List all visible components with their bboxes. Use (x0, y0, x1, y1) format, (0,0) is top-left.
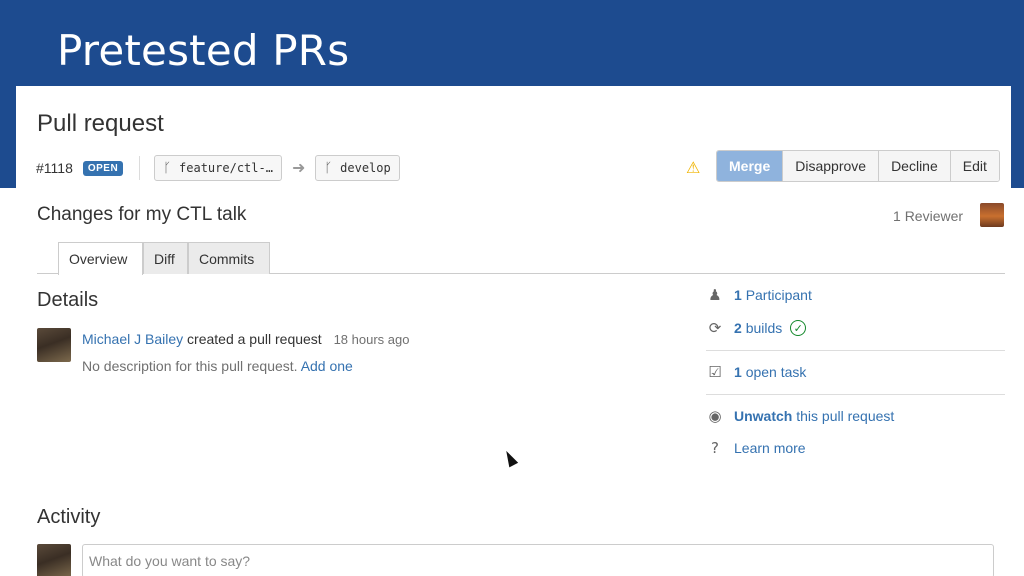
tab-bar: Overview Diff Commits (37, 241, 1005, 275)
add-description-link[interactable]: Add one (301, 358, 353, 374)
tasks-count: 1 (734, 364, 742, 380)
no-description-text: No description for this pull request. (82, 358, 298, 374)
builds-count: 2 (734, 320, 742, 336)
participants-count: 1 (734, 287, 742, 303)
reviewer-count-number: 1 (893, 208, 901, 224)
warning-icon[interactable]: ⚠ (686, 158, 700, 178)
source-branch-label: feature/ctl-… (179, 161, 273, 175)
tab-diff[interactable]: Diff (143, 242, 188, 274)
edit-button[interactable]: Edit (949, 151, 999, 181)
description-line: No description for this pull request. Ad… (82, 358, 353, 374)
refresh-icon: ⟳ (708, 319, 722, 337)
unwatch-rest: this pull request (796, 408, 895, 424)
disapprove-button[interactable]: Disapprove (782, 151, 879, 181)
pull-request-screenshot: Pull request #1118 OPEN ᚴ feature/ctl-… … (16, 86, 1011, 576)
activity-entry: Michael J Bailey created a pull request … (82, 331, 409, 347)
activity-action: created a pull request (187, 331, 322, 347)
reviewer-count[interactable]: 1 Reviewer (893, 208, 963, 224)
source-branch[interactable]: ᚴ feature/ctl-… (154, 155, 282, 181)
tasks-item[interactable]: ☑ 1 open task (706, 363, 806, 381)
details-heading: Details (37, 289, 99, 311)
pr-action-buttons: Merge Disapprove Decline Edit (716, 150, 1000, 182)
target-branch-label: develop (340, 161, 391, 175)
divider (706, 350, 1005, 351)
learn-more-item[interactable]: ? Learn more (706, 439, 806, 457)
eye-icon: ◉ (708, 407, 722, 425)
activity-heading: Activity (37, 506, 101, 528)
decline-button[interactable]: Decline (878, 151, 950, 181)
comment-input[interactable]: What do you want to say? (82, 544, 994, 576)
reviewer-count-label: Reviewer (904, 208, 964, 224)
tab-overview[interactable]: Overview (58, 242, 143, 275)
avatar (37, 544, 71, 576)
slide-title: Pretested PRs (57, 26, 350, 75)
status-badge: OPEN (82, 160, 124, 176)
unwatch-item[interactable]: ◉ Unwatch this pull request (706, 407, 894, 425)
merge-button[interactable]: Merge (717, 151, 783, 181)
reviewer-avatar[interactable] (980, 203, 1004, 227)
timestamp[interactable]: 18 hours ago (334, 332, 410, 347)
help-icon: ? (711, 439, 719, 457)
task-checkbox-icon: ☑ (708, 363, 722, 381)
tab-commits[interactable]: Commits (188, 242, 270, 274)
author-link[interactable]: Michael J Bailey (82, 331, 183, 347)
branch-icon: ᚴ (324, 160, 333, 176)
branch-icon: ᚴ (163, 160, 172, 176)
pr-id: #1118 (36, 160, 73, 176)
pr-meta-row: #1118 OPEN ᚴ feature/ctl-… ➜ ᚴ develop (36, 154, 400, 182)
divider (706, 394, 1005, 395)
person-icon: ♟ (708, 286, 722, 304)
participants-label: Participant (745, 287, 812, 303)
pr-title: Changes for my CTL talk (37, 204, 247, 225)
participants-item[interactable]: ♟ 1 Participant (706, 286, 812, 304)
learn-more-link: Learn more (734, 440, 806, 456)
divider (139, 156, 141, 180)
arrow-right-icon: ➜ (291, 160, 306, 177)
unwatch-link: Unwatch (734, 408, 793, 424)
builds-item[interactable]: ⟳ 2 builds ✓ (706, 319, 807, 337)
avatar[interactable] (37, 328, 71, 362)
page-title: Pull request (37, 110, 164, 137)
mouse-cursor-icon (501, 448, 519, 468)
target-branch[interactable]: ᚴ develop (315, 155, 400, 181)
tasks-label: open task (745, 364, 807, 380)
builds-label: builds (745, 320, 783, 336)
build-success-icon: ✓ (790, 320, 807, 336)
